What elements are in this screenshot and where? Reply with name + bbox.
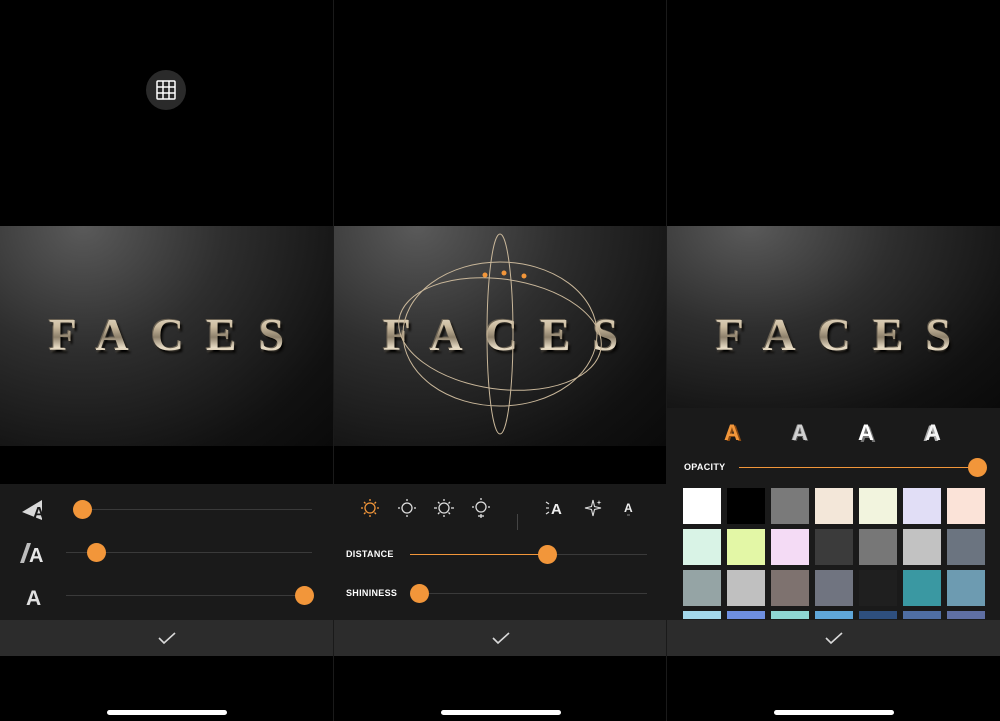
slider-row-letter: A [0, 584, 333, 608]
color-swatch[interactable] [947, 611, 985, 619]
canvas-text[interactable]: FACES [0, 308, 333, 361]
style-bevel-a-icon[interactable]: A [787, 420, 813, 446]
toolbar-separator [517, 514, 518, 530]
checkmark-icon[interactable] [824, 631, 844, 645]
opacity-slider-thumb[interactable] [968, 458, 987, 477]
color-swatch[interactable] [859, 611, 897, 619]
opacity-slider[interactable] [739, 458, 987, 477]
opacity-label: OPACITY [684, 462, 726, 472]
sparkle-icon[interactable] [581, 496, 605, 520]
color-swatch[interactable] [771, 570, 809, 606]
text-light-icon[interactable]: A [544, 496, 568, 520]
color-swatch[interactable] [771, 529, 809, 565]
distance-slider-thumb[interactable] [538, 545, 558, 564]
text-canvas[interactable]: FACES [334, 226, 667, 446]
light-slider[interactable] [73, 500, 312, 519]
slider-controls: A A A [0, 484, 333, 620]
color-swatch[interactable] [727, 488, 765, 524]
color-swatch[interactable] [815, 529, 853, 565]
distance-label: DISTANCE [346, 549, 394, 559]
color-swatch[interactable] [859, 488, 897, 524]
home-indicator [107, 710, 227, 715]
distance-row: DISTANCE [334, 543, 667, 567]
style-outline-a-icon[interactable]: A [920, 420, 946, 446]
confirm-bar [0, 620, 333, 656]
color-swatch[interactable] [947, 488, 985, 524]
depth-icon: A [18, 541, 50, 565]
style-orange-a-icon[interactable]: A [719, 420, 745, 446]
checkmark-icon[interactable] [157, 631, 177, 645]
confirm-bar [334, 620, 667, 656]
opacity-row: OPACITY [667, 456, 1000, 480]
color-swatch[interactable] [815, 570, 853, 606]
checkmark-icon[interactable] [491, 631, 511, 645]
slider-row-depth: A [0, 541, 333, 565]
depth-slider-thumb[interactable] [86, 543, 106, 562]
svg-text:A: A [26, 587, 41, 608]
color-swatch[interactable] [903, 611, 941, 619]
shininess-label: SHININESS [346, 588, 398, 598]
text-canvas[interactable]: FACES [0, 226, 333, 446]
color-swatch[interactable] [727, 611, 765, 619]
slider-row-light: A [0, 498, 333, 522]
color-swatch[interactable] [947, 529, 985, 565]
distance-slider[interactable] [410, 545, 647, 564]
color-swatch[interactable] [683, 488, 721, 524]
letter-slider[interactable] [66, 586, 314, 605]
color-swatch[interactable] [683, 570, 721, 606]
light-bottom-icon[interactable] [469, 496, 493, 520]
home-indicator [441, 710, 561, 715]
shininess-row: SHININESS [334, 582, 667, 606]
light-slider-thumb[interactable] [73, 500, 93, 519]
color-swatch[interactable] [859, 570, 897, 606]
home-indicator [774, 710, 894, 715]
color-swatch[interactable] [815, 488, 853, 524]
canvas-text[interactable]: FACES [667, 308, 1000, 361]
shininess-slider[interactable] [410, 584, 647, 603]
color-swatch[interactable] [859, 529, 897, 565]
letter-small-icon[interactable]: A [617, 496, 641, 520]
light-controls: A A DISTANCE SHININESS [334, 484, 667, 620]
text-style-toolbar: A A A A [667, 420, 1000, 446]
svg-text:A: A [33, 505, 45, 522]
color-swatch[interactable] [771, 611, 809, 619]
color-swatch[interactable] [683, 611, 721, 619]
light-front-icon[interactable] [358, 496, 382, 520]
style-3d-a-icon[interactable]: A [853, 420, 879, 446]
color-swatch[interactable] [947, 570, 985, 606]
color-swatch[interactable] [727, 570, 765, 606]
color-controls: A A A A OPACITY [667, 408, 1000, 620]
light-side-icon[interactable] [432, 496, 456, 520]
text-canvas[interactable]: FACES [667, 226, 1000, 408]
shininess-slider-thumb[interactable] [410, 584, 429, 603]
confirm-bar [667, 620, 1000, 656]
panel-lighting-sliders: FACES A A A [0, 0, 333, 721]
color-swatch[interactable] [903, 529, 941, 565]
svg-text:A: A [551, 501, 562, 518]
color-swatch[interactable] [903, 570, 941, 606]
color-swatch[interactable] [815, 611, 853, 619]
color-swatch[interactable] [771, 488, 809, 524]
grid-toggle-button[interactable] [146, 70, 186, 110]
rotation-gizmo[interactable] [334, 226, 667, 446]
panel-light-gizmo: FACES A A DISTANCE SHININESS [334, 0, 667, 721]
color-swatch[interactable] [727, 529, 765, 565]
svg-text:A: A [624, 501, 633, 515]
letter-a-icon: A [18, 584, 50, 608]
light-top-icon[interactable] [395, 496, 419, 520]
svg-text:A: A [29, 545, 43, 565]
grid-icon [156, 80, 176, 100]
light-direction-icon: A [18, 498, 50, 522]
panel-color-style: FACES A A A A OPACITY [667, 0, 1000, 721]
depth-slider[interactable] [66, 543, 312, 562]
color-swatch[interactable] [683, 529, 721, 565]
light-type-toolbar: A A [334, 496, 667, 530]
letter-slider-thumb[interactable] [295, 586, 314, 605]
color-swatch[interactable] [903, 488, 941, 524]
